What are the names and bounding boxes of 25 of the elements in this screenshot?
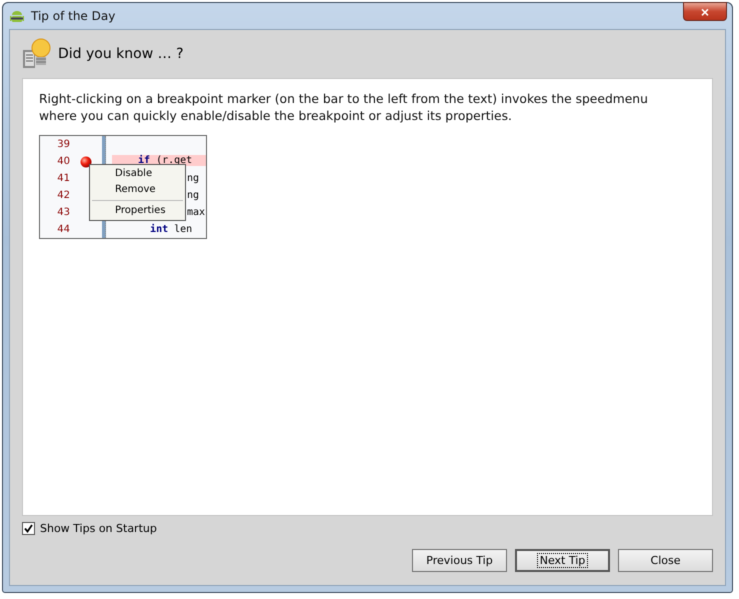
code-line: ng xyxy=(187,172,200,186)
menu-item[interactable]: Properties xyxy=(90,203,185,219)
line-number: 44 xyxy=(56,224,70,235)
code-line: ng xyxy=(187,189,200,203)
line-number: 40 xyxy=(56,156,70,167)
code-line: max xyxy=(187,206,206,220)
checkbox[interactable] xyxy=(22,522,35,535)
line-number: 39 xyxy=(56,139,70,150)
line-number: 41 xyxy=(56,173,70,184)
lightbulb-icon xyxy=(22,38,52,70)
menu-item[interactable]: Remove xyxy=(90,182,185,198)
dialog-button[interactable]: Next Tip xyxy=(515,549,610,572)
window-title: Tip of the Day xyxy=(31,9,116,23)
tip-heading: Did you know … ? xyxy=(58,46,184,62)
line-number: 42 xyxy=(56,190,70,201)
dialog-button[interactable]: Close xyxy=(618,549,713,572)
android-icon xyxy=(9,8,25,24)
close-button[interactable]: × xyxy=(683,2,727,21)
line-number: 43 xyxy=(56,207,70,218)
menu-item[interactable]: Disable xyxy=(90,166,185,182)
tip-text: Right-clicking on a breakpoint marker (on the bar to the left from the text) invokes the speedmenu where you can quickly enable/disable the breakpoint or adjust its properties. xyxy=(39,91,649,125)
checkbox-label: Show Tips on Startup xyxy=(40,522,157,535)
breakpoint-icon xyxy=(80,156,92,168)
dialog-button[interactable]: Previous Tip xyxy=(412,549,507,572)
code-line: int len xyxy=(149,222,194,237)
